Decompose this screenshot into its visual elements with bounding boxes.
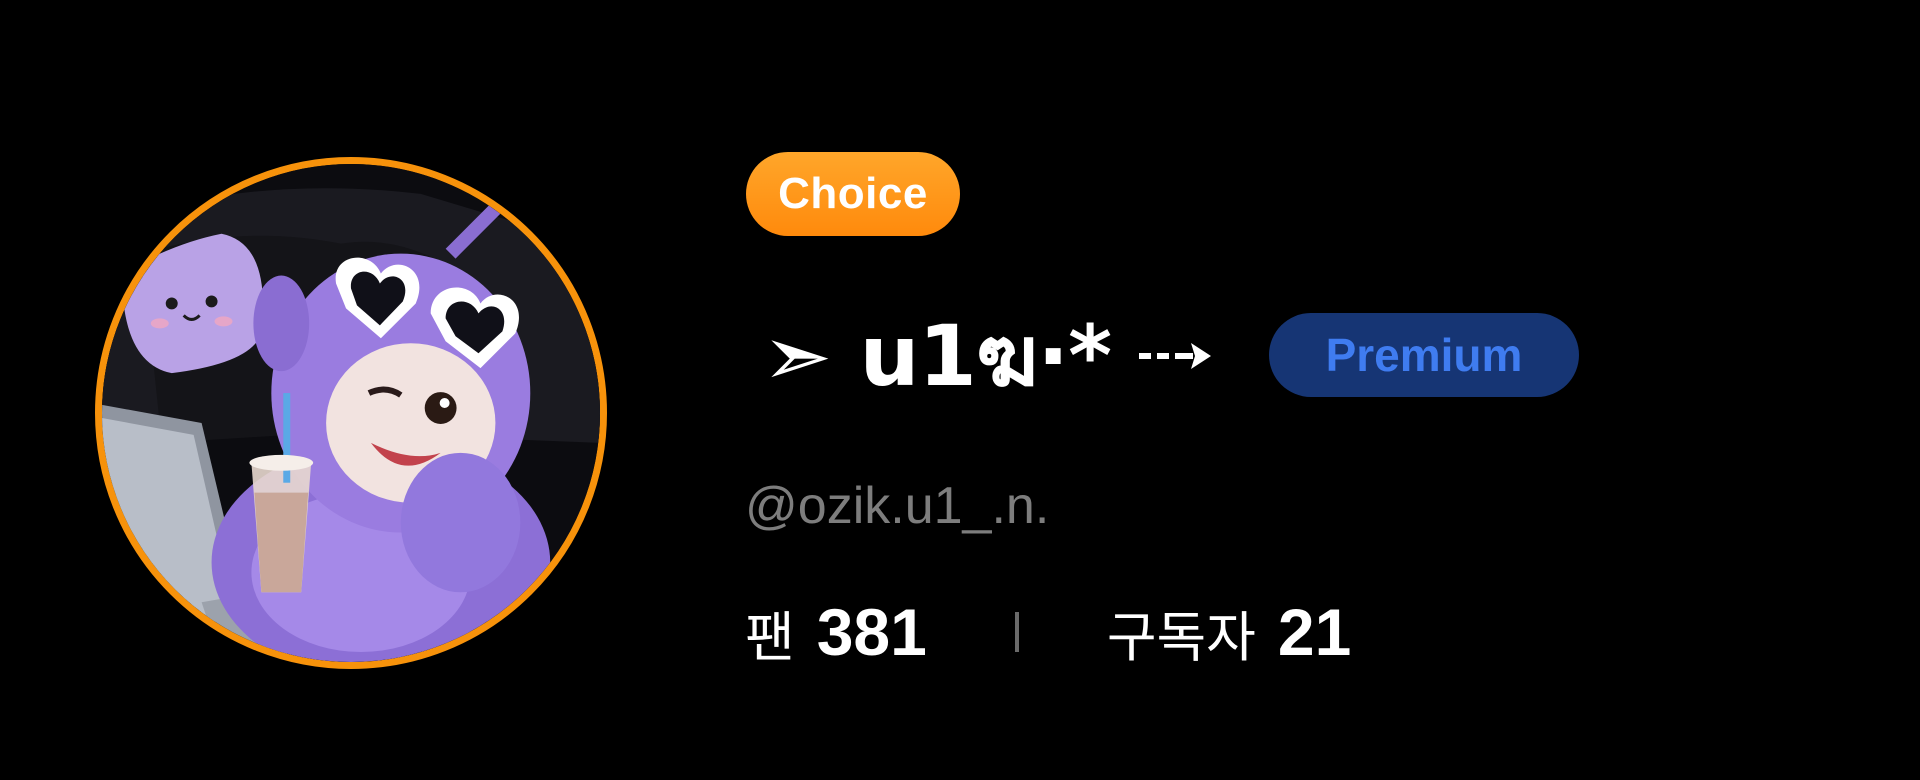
display-name: ➣ u1ฆ·* xyxy=(762,307,1112,405)
profile-avatar[interactable] xyxy=(95,157,607,669)
subscribers-label: 구독자 xyxy=(1106,605,1256,669)
stats-divider xyxy=(1014,612,1019,652)
choice-badge: Choice xyxy=(746,152,960,236)
avatar-image xyxy=(102,164,600,662)
subscribers-count[interactable]: 21 xyxy=(1278,594,1351,670)
display-name-row: ➣ u1ฆ·* xyxy=(762,300,1217,410)
dashed-right-arrow-icon xyxy=(1137,335,1217,375)
profile-header: Choice ➣ u1ฆ·* Premium @ozik.u1_.n. 팬 38… xyxy=(0,0,1920,780)
user-handle: @ozik.u1_.n. xyxy=(745,477,1050,535)
premium-badge: Premium xyxy=(1269,313,1579,397)
fans-label: 팬 xyxy=(745,605,795,669)
fans-count[interactable]: 381 xyxy=(817,594,927,670)
profile-stats: 팬 381 구독자 21 xyxy=(745,592,1351,672)
